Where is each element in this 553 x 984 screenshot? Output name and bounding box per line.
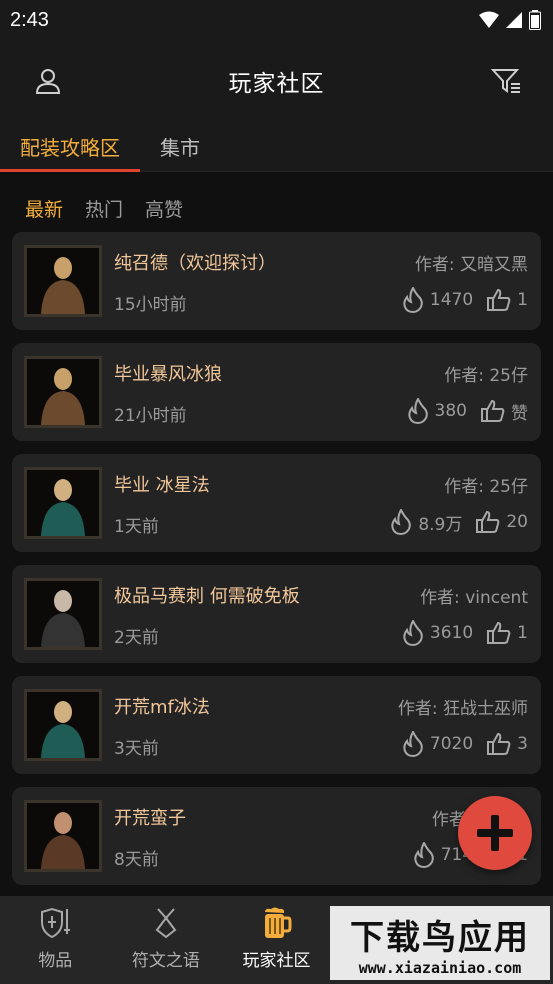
thumbs-up-icon [481,399,505,422]
like-count: 1 [517,623,528,643]
heat-stat: 3610 [402,620,473,646]
heat-stat: 1470 [402,287,473,313]
nav-runewords[interactable]: 符文之语 [111,896,222,984]
like-count: 3 [517,734,528,754]
section-tabs: 配装攻略区 集市 [0,122,553,172]
like-stat[interactable]: 1 [487,621,528,645]
filter-latest[interactable]: 最新 [25,195,63,222]
like-stat[interactable]: 赞 [481,399,528,424]
fire-icon [403,731,423,757]
shield-sword-icon [41,907,71,939]
post-title: 纯召德（欢迎探讨） [114,253,276,274]
tab-guides[interactable]: 配装攻略区 [0,122,140,172]
thumbs-up-icon [487,732,511,755]
post-author: 作者: vincent [420,588,528,608]
add-post-button[interactable] [458,796,532,870]
heat-count: 3610 [429,623,474,643]
fire-icon [403,287,423,313]
post-title: 毕业 冰星法 [114,475,210,496]
post-time: 3天前 [114,739,159,759]
post-stats: 380 赞 [407,398,528,424]
filter-most-liked[interactable]: 高赞 [145,195,183,222]
nav-items[interactable]: 物品 [0,896,111,984]
nav-label: 玩家社区 [242,951,311,971]
heat-count: 7020 [429,734,474,754]
like-count: 1 [517,290,528,310]
fire-icon [414,842,434,868]
post-card[interactable]: 开荒mf冰法 作者: 狂战士巫师 3天前 7020 3 [12,676,541,774]
post-author: 作者: 25仔 [444,366,528,386]
plus-icon [477,815,513,851]
post-author: 作者: 又暗又黑 [414,255,528,275]
user-icon[interactable] [31,64,65,98]
tab-market[interactable]: 集市 [140,122,220,172]
post-stats: 3610 1 [402,620,528,646]
nav-label: 符文之语 [131,951,200,971]
post-stats: 1470 1 [402,287,528,313]
like-count: 赞 [511,403,528,424]
like-stat[interactable]: 20 [476,510,528,534]
like-stat[interactable]: 3 [487,732,528,756]
class-portrait [24,800,102,872]
heat-stat: 8.9万 [390,509,462,535]
heat-stat: 380 [407,398,467,424]
heat-count: 8.9万 [418,514,463,535]
app-bar: 玩家社区 [0,40,553,122]
sort-filters: 最新 热门 高赞 [25,195,183,222]
filter-icon[interactable] [489,64,523,98]
post-author: 作者: 狂战士巫师 [397,699,528,719]
heat-stat: 7020 [402,731,473,757]
thumbs-up-icon [476,510,500,533]
class-portrait [24,356,102,428]
post-title: 开荒mf冰法 [114,697,210,718]
status-time: 2:43 [10,8,49,31]
beer-mug-icon [265,907,292,938]
post-title: 极品马赛刺 何需破免板 [114,586,300,607]
post-time: 2天前 [114,628,159,648]
watermark: 下载鸟应用 www.xiazainiao.com [330,906,550,980]
status-bar: 2:43 [0,0,553,40]
fire-icon [407,398,428,424]
post-time: 1天前 [114,517,159,537]
watermark-title: 下载鸟应用 [350,917,530,958]
class-portrait [24,467,102,539]
post-stats: 7020 3 [402,731,528,757]
class-portrait [24,245,102,317]
nav-label: 物品 [38,951,73,971]
post-card[interactable]: 纯召德（欢迎探讨） 作者: 又暗又黑 15小时前 1470 1 [12,232,541,330]
fire-icon [391,509,412,535]
wifi-icon [479,11,499,28]
heat-count: 380 [434,401,467,421]
post-title: 开荒蛮子 [114,808,186,829]
watermark-url: www.xiazainiao.com [358,958,522,977]
filter-hot[interactable]: 热门 [85,195,123,222]
fire-icon [403,620,423,646]
post-author: 作者: 25仔 [444,477,528,497]
battery-icon [529,10,541,30]
post-card[interactable]: 毕业暴风冰狼 作者: 25仔 21小时前 380 赞 [12,343,541,441]
class-portrait [24,689,102,761]
thumbs-up-icon [487,288,511,311]
like-stat[interactable]: 1 [487,288,528,312]
heat-count: 1470 [429,290,474,310]
post-card[interactable]: 毕业 冰星法 作者: 25仔 1天前 8.9万 20 [12,454,541,552]
page-title: 玩家社区 [228,71,325,97]
class-portrait [24,578,102,650]
nav-community[interactable]: 玩家社区 [221,896,332,984]
rune-icon [155,908,177,939]
post-time: 15小时前 [114,295,187,315]
thumbs-up-icon [487,621,511,644]
signal-icon [506,12,522,28]
like-count: 20 [506,512,528,532]
post-time: 8天前 [114,850,159,870]
status-icons [479,10,541,30]
post-card[interactable]: 极品马赛刺 何需破免板 作者: vincent 2天前 3610 1 [12,565,541,663]
post-time: 21小时前 [114,406,187,426]
post-stats: 8.9万 20 [390,509,528,535]
post-title: 毕业暴风冰狼 [114,364,222,385]
